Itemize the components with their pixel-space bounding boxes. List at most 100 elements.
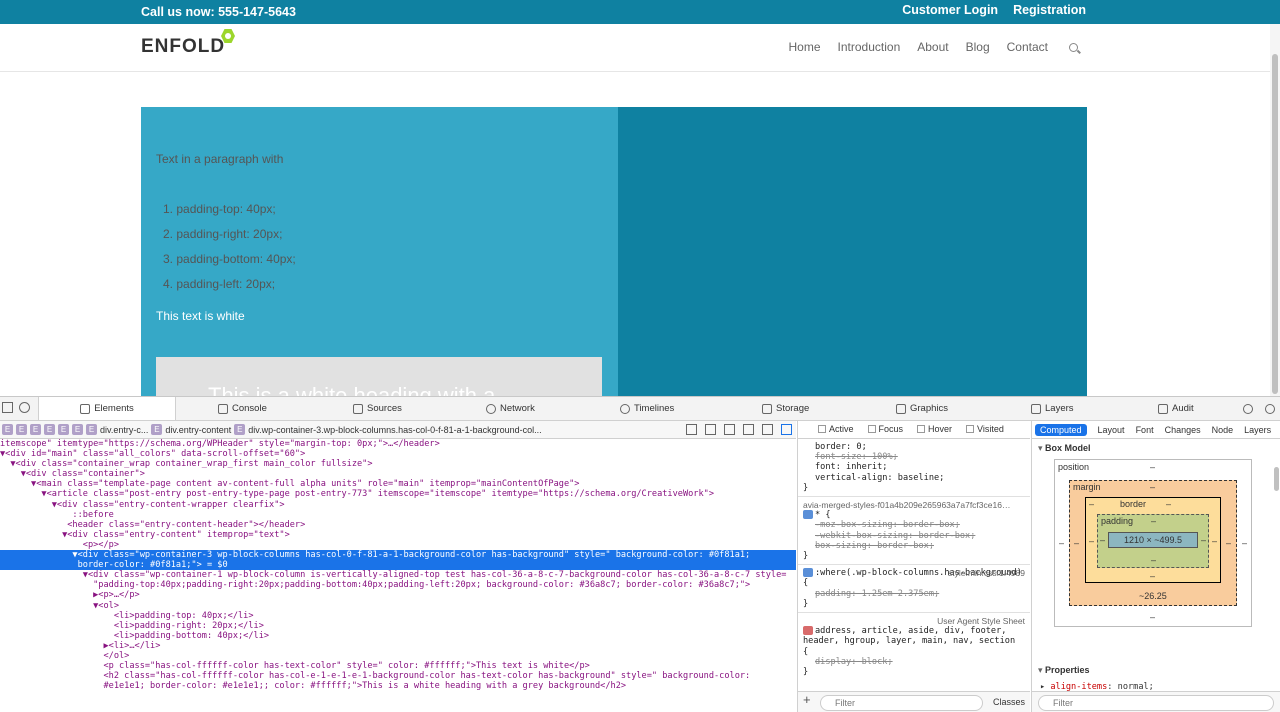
element-icon[interactable]: E: [58, 424, 69, 435]
dom-node[interactable]: ▶<li>…</li>: [0, 641, 796, 651]
element-icon[interactable]: E: [72, 424, 83, 435]
tab-graphics[interactable]: Graphics: [896, 397, 948, 420]
add-rule-icon[interactable]: +: [803, 693, 811, 706]
pencil-icon[interactable]: [762, 424, 773, 435]
css-declaration[interactable]: border: 0;: [803, 442, 1025, 452]
css-declaration[interactable]: box-sizing: border-box;: [803, 541, 1025, 551]
nav-blog[interactable]: Blog: [966, 40, 990, 54]
element-icon[interactable]: E: [44, 424, 55, 435]
checkbox[interactable]: [966, 425, 975, 434]
element-icon[interactable]: E: [151, 424, 163, 435]
css-declaration[interactable]: vertical-align: baseline;: [803, 473, 1025, 483]
css-rule[interactable]: User Agent Style Sheet address, article,…: [798, 613, 1030, 680]
box-model-heading[interactable]: Box Model: [1032, 439, 1280, 458]
nav-about[interactable]: About: [917, 40, 948, 54]
grid-icon[interactable]: [743, 424, 754, 435]
inspector-search-icon[interactable]: [1243, 397, 1253, 420]
layout-icon[interactable]: [686, 424, 697, 435]
state-active[interactable]: Active: [818, 424, 854, 434]
dom-node[interactable]: "padding-top:40px;padding-right:20px;pad…: [0, 580, 796, 590]
dom-node[interactable]: #e1e1e1; border-color: #e1e1e1;; color: …: [0, 681, 796, 691]
tab-node[interactable]: Node: [1212, 425, 1234, 435]
css-declaration[interactable]: font: inherit;: [803, 462, 1025, 472]
css-declaration[interactable]: -moz-box-sizing: border-box;: [803, 520, 1025, 530]
element-icon[interactable]: E: [30, 424, 41, 435]
classes-button[interactable]: Classes: [993, 697, 1025, 707]
dom-node[interactable]: ▼<ol>: [0, 601, 796, 611]
breadcrumb-item[interactable]: div.entry-content: [165, 425, 231, 435]
dom-node[interactable]: <p></p>: [0, 540, 796, 550]
dom-node[interactable]: <li>padding-top: 40px;</li>: [0, 611, 796, 621]
element-icon[interactable]: E: [86, 424, 97, 435]
dom-tree[interactable]: itemscope" itemtype="https://schema.org/…: [0, 439, 796, 691]
site-logo[interactable]: ENFOLD: [141, 29, 235, 58]
tab-layers[interactable]: Layers: [1244, 425, 1271, 435]
dom-node[interactable]: ▼<div class="container_wrap container_wr…: [0, 459, 796, 469]
tab-network[interactable]: Network: [486, 397, 535, 420]
dom-node[interactable]: ▶<p>…</p>: [0, 590, 796, 600]
dom-node[interactable]: <li>padding-right: 20px;</li>: [0, 621, 796, 631]
dom-node[interactable]: ▼<main class="template-page content av-c…: [0, 479, 796, 489]
dom-node[interactable]: <header class="entry-content-header"></h…: [0, 520, 796, 530]
checkbox[interactable]: [917, 425, 926, 434]
sidebar-toggle-icon[interactable]: [781, 424, 792, 435]
stylesheet-link[interactable]: avia-merged-styles-f01a4b209e265963a7a7f…: [803, 500, 1025, 510]
print-icon[interactable]: [705, 424, 716, 435]
customer-login-link[interactable]: Customer Login: [902, 3, 998, 17]
css-declaration[interactable]: display: block;: [803, 657, 1025, 667]
tab-font[interactable]: Font: [1136, 425, 1154, 435]
breadcrumb-item[interactable]: div.wp-container-3.wp-block-columns.has-…: [248, 425, 541, 435]
registration-link[interactable]: Registration: [1013, 3, 1086, 17]
tab-audit[interactable]: Audit: [1158, 397, 1194, 420]
dom-node[interactable]: itemscope" itemtype="https://schema.org/…: [0, 439, 796, 449]
css-selector[interactable]: address, article, aside, div, footer, he…: [803, 626, 1015, 656]
element-icon[interactable]: E: [16, 424, 27, 435]
css-rule[interactable]: avia-merged-styles-f01a4b209e265963a7a7f…: [798, 497, 1030, 566]
dom-node[interactable]: ::before: [0, 510, 796, 520]
computed-filter-input[interactable]: Filter: [1038, 695, 1274, 711]
dom-node[interactable]: ▼<article class="post-entry post-entry-t…: [0, 489, 796, 499]
nav-contact[interactable]: Contact: [1007, 40, 1048, 54]
checkbox[interactable]: [867, 425, 876, 434]
tab-elements[interactable]: Elements: [38, 397, 176, 420]
state-visited[interactable]: Visited: [966, 424, 1004, 434]
dock-icon[interactable]: [2, 402, 13, 413]
page-scrollbar-thumb[interactable]: [1272, 54, 1278, 394]
dom-node[interactable]: ▼<div id="main" class="all_colors" data-…: [0, 449, 796, 459]
element-icon[interactable]: E: [2, 424, 13, 435]
dom-node[interactable]: ▼<div class="container">: [0, 469, 796, 479]
computed-scrollbar[interactable]: [1274, 467, 1279, 491]
tab-timelines[interactable]: Timelines: [620, 397, 674, 420]
element-picker-icon[interactable]: [19, 402, 30, 413]
tab-layout[interactable]: Layout: [1098, 425, 1125, 435]
css-declaration[interactable]: padding: 1.25em 2.375em;: [803, 589, 1025, 599]
stylesheet-link[interactable]: style.min.css:1:4989: [948, 568, 1025, 578]
tab-storage[interactable]: Storage: [762, 397, 809, 420]
nav-home[interactable]: Home: [789, 40, 821, 54]
dom-node[interactable]: ▼<div class="entry-content-wrapper clear…: [0, 500, 796, 510]
state-focus[interactable]: Focus: [867, 424, 903, 434]
state-hover[interactable]: Hover: [917, 424, 952, 434]
tab-computed[interactable]: Computed: [1035, 423, 1087, 436]
search-icon[interactable]: [1069, 42, 1078, 52]
dom-node[interactable]: <p class="has-col-ffffff-color has-text-…: [0, 661, 796, 671]
tab-changes[interactable]: Changes: [1165, 425, 1201, 435]
css-rule[interactable]: border: 0; font-size: 100%; font: inheri…: [798, 439, 1030, 498]
element-icon[interactable]: E: [234, 424, 246, 435]
css-rule[interactable]: :where(.wp-block-columns.has-background)…: [798, 565, 1030, 614]
inspector-settings[interactable]: [1265, 397, 1275, 420]
dom-node[interactable]: </ol>: [0, 651, 796, 661]
tab-console[interactable]: Console: [218, 397, 267, 420]
css-selector[interactable]: * {: [815, 510, 831, 520]
dom-node[interactable]: <h2 class="has-col-ffffff-color has-col-…: [0, 671, 796, 681]
properties-heading[interactable]: Properties: [1032, 661, 1280, 680]
breadcrumb-item[interactable]: div.entry-c...: [100, 425, 148, 435]
dom-node-selected[interactable]: ▼<div class="wp-container-3 wp-block-col…: [0, 550, 796, 561]
dom-node[interactable]: ▼<div class="entry-content" itemprop="te…: [0, 530, 796, 540]
checkbox[interactable]: [818, 425, 826, 434]
tab-layers[interactable]: Layers: [1031, 397, 1074, 420]
css-declaration[interactable]: -webkit-box-sizing: border-box;: [803, 531, 1025, 541]
dom-node[interactable]: ▼<div class="wp-container-1 wp-block-col…: [0, 570, 796, 580]
dom-node[interactable]: <li>padding-bottom: 40px;</li>: [0, 631, 796, 641]
css-declaration[interactable]: font-size: 100%;: [803, 452, 1025, 462]
